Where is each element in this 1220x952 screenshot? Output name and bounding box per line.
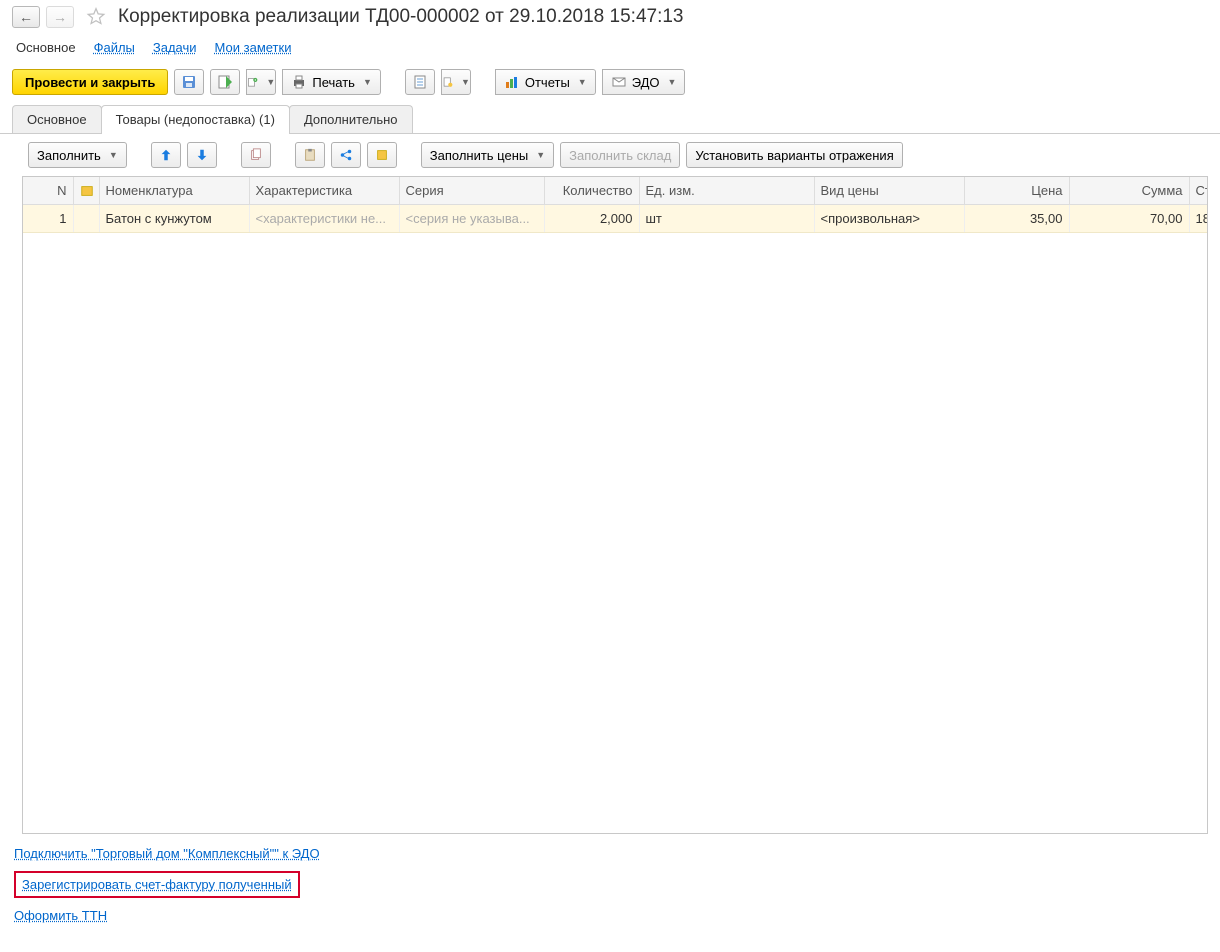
create-ttn-link[interactable]: Оформить ТТН (14, 908, 107, 923)
chevron-down-icon: ▼ (536, 150, 545, 160)
reports-label: Отчеты (525, 75, 570, 90)
col-nomen[interactable]: Номенклатура (99, 177, 249, 205)
cell-char[interactable]: <характеристики не... (249, 205, 399, 233)
chevron-down-icon: ▼ (668, 77, 677, 87)
footer-links: Подключить "Торговый дом "Комплексный"" … (0, 834, 1220, 941)
col-char[interactable]: Характеристика (249, 177, 399, 205)
highlight-register-invoice: Зарегистрировать счет-фактуру полученный (14, 871, 300, 898)
move-up-button[interactable] (151, 142, 181, 168)
set-variants-button[interactable]: Установить варианты отражения (686, 142, 902, 168)
fill-label: Заполнить (37, 148, 101, 163)
nav-tab-files[interactable]: Файлы (94, 40, 135, 55)
attached-files-button[interactable]: ▼ (441, 69, 471, 95)
reports-button[interactable]: Отчеты ▼ (495, 69, 596, 95)
col-rate[interactable]: Ста (1189, 177, 1208, 205)
grid-toolbar: Заполнить ▼ Заполнить цены ▼ Заполнить с… (0, 134, 1220, 176)
chevron-down-icon: ▼ (363, 77, 372, 87)
fill-warehouse-button: Заполнить склад (560, 142, 680, 168)
cell-price[interactable]: 35,00 (964, 205, 1069, 233)
copy-button[interactable] (241, 142, 271, 168)
cell-n[interactable]: 1 (23, 205, 73, 233)
cell-rate[interactable]: 18% (1189, 205, 1208, 233)
nav-tab-tasks[interactable]: Задачи (153, 40, 197, 55)
col-sum[interactable]: Сумма (1069, 177, 1189, 205)
col-price[interactable]: Цена (964, 177, 1069, 205)
items-grid[interactable]: N Номенклатура Характеристика Серия Коли… (23, 177, 1208, 233)
move-down-button[interactable] (187, 142, 217, 168)
chevron-down-icon: ▼ (461, 77, 470, 87)
col-n[interactable]: N (23, 177, 73, 205)
cell-price-type[interactable]: <произвольная> (814, 205, 964, 233)
col-qty[interactable]: Количество (544, 177, 639, 205)
edo-label: ЭДО (632, 75, 660, 90)
connect-edo-link[interactable]: Подключить "Торговый дом "Комплексный"" … (14, 846, 320, 861)
favorite-star-icon[interactable] (86, 7, 106, 27)
post-button[interactable] (210, 69, 240, 95)
nav-tab-main[interactable]: Основное (16, 40, 76, 55)
forward-button[interactable]: → (46, 6, 74, 28)
cell-unit[interactable]: шт (639, 205, 814, 233)
tab-main[interactable]: Основное (12, 105, 102, 133)
col-price-type[interactable]: Вид цены (814, 177, 964, 205)
document-nav-tabs: Основное Файлы Задачи Мои заметки (0, 34, 1220, 65)
paste-button[interactable] (295, 142, 325, 168)
register-invoice-link[interactable]: Зарегистрировать счет-фактуру полученный (22, 877, 292, 892)
table-row[interactable]: 1 Батон с кунжутом <характеристики не...… (23, 205, 1208, 233)
print-button[interactable]: Печать ▼ (282, 69, 381, 95)
edo-button[interactable]: ЭДО ▼ (602, 69, 686, 95)
fill-button[interactable]: Заполнить ▼ (28, 142, 127, 168)
export-button[interactable] (367, 142, 397, 168)
print-label: Печать (312, 75, 355, 90)
chevron-down-icon: ▼ (109, 150, 118, 160)
cell-qty[interactable]: 2,000 (544, 205, 639, 233)
cell-nomen[interactable]: Батон с кунжутом (99, 205, 249, 233)
page-title: Корректировка реализации ТД00-000002 от … (118, 6, 684, 28)
post-and-close-button[interactable]: Провести и закрыть (12, 69, 168, 95)
tab-goods[interactable]: Товары (недопоставка) (1) (101, 105, 290, 133)
share-button[interactable] (331, 142, 361, 168)
chevron-down-icon: ▼ (266, 77, 275, 87)
fill-prices-label: Заполнить цены (430, 148, 528, 163)
grid-container[interactable]: N Номенклатура Характеристика Серия Коли… (22, 176, 1208, 834)
fill-prices-button[interactable]: Заполнить цены ▼ (421, 142, 554, 168)
col-icon[interactable] (73, 177, 99, 205)
col-series[interactable]: Серия (399, 177, 544, 205)
col-unit[interactable]: Ед. изм. (639, 177, 814, 205)
tab-extra[interactable]: Дополнительно (289, 105, 413, 133)
chevron-down-icon: ▼ (578, 77, 587, 87)
create-based-on-button[interactable]: ▼ (246, 69, 276, 95)
main-toolbar: Провести и закрыть ▼ Печать ▼ ▼ Отчеты ▼ (0, 65, 1220, 103)
back-button[interactable]: ← (12, 6, 40, 28)
content-tabs: Основное Товары (недопоставка) (1) Допол… (0, 105, 1220, 134)
cell-series[interactable]: <серия не указыва... (399, 205, 544, 233)
document-list-button[interactable] (405, 69, 435, 95)
cell-sum[interactable]: 70,00 (1069, 205, 1189, 233)
cell-icon[interactable] (73, 205, 99, 233)
nav-tab-notes[interactable]: Мои заметки (215, 40, 292, 55)
save-button[interactable] (174, 69, 204, 95)
